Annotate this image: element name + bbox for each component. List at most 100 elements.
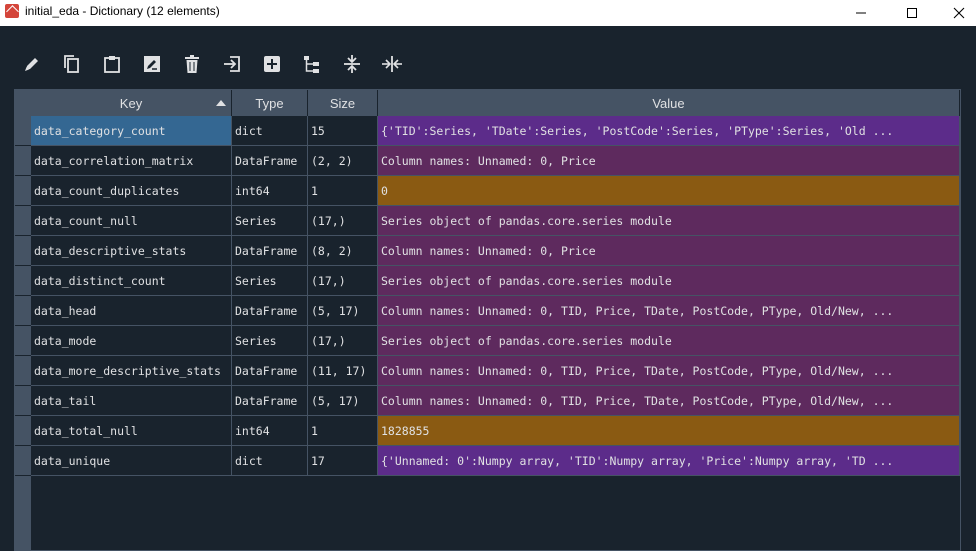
resize-columns-button[interactable] bbox=[381, 53, 403, 75]
minimize-button[interactable] bbox=[838, 0, 884, 26]
row-header[interactable] bbox=[15, 446, 31, 476]
collapse-button[interactable] bbox=[341, 53, 363, 75]
insert-button[interactable] bbox=[221, 53, 243, 75]
cell-key[interactable]: data_distinct_count bbox=[31, 266, 232, 296]
cell-type[interactable]: dict bbox=[232, 116, 308, 146]
cell-value[interactable]: Column names: Unnamed: 0, TID, Price, TD… bbox=[378, 386, 960, 416]
cell-value[interactable]: Column names: Unnamed: 0, TID, Price, TD… bbox=[378, 356, 960, 386]
cell-key[interactable]: data_descriptive_stats bbox=[31, 236, 232, 266]
add-button[interactable] bbox=[261, 53, 283, 75]
minimize-icon bbox=[856, 12, 866, 14]
cell-value[interactable]: Series object of pandas.core.series modu… bbox=[378, 326, 960, 356]
cell-size[interactable]: (5, 17) bbox=[308, 296, 378, 326]
cell-size[interactable]: (5, 17) bbox=[308, 386, 378, 416]
cell-key[interactable]: data_total_null bbox=[31, 416, 232, 446]
cell-size[interactable]: 15 bbox=[308, 116, 378, 146]
cell-value[interactable]: Column names: Unnamed: 0, Price bbox=[378, 146, 960, 176]
cell-size[interactable]: (17,) bbox=[308, 206, 378, 236]
column-header-size[interactable]: Size bbox=[308, 90, 378, 116]
row-header[interactable] bbox=[15, 416, 31, 446]
cell-value[interactable]: {'Unnamed: 0':Numpy array, 'TID':Numpy a… bbox=[378, 446, 960, 476]
maximize-button[interactable] bbox=[889, 0, 935, 26]
table-row[interactable]: data_unique dict 17 {'Unnamed: 0':Numpy arr… bbox=[31, 446, 960, 476]
column-header-value-label: Value bbox=[652, 95, 685, 111]
cell-value[interactable]: 0 bbox=[378, 176, 960, 206]
cell-key[interactable]: data_tail bbox=[31, 386, 232, 416]
cell-type[interactable]: DataFrame bbox=[232, 146, 308, 176]
cell-key[interactable]: data_unique bbox=[31, 446, 232, 476]
cell-type[interactable]: DataFrame bbox=[232, 356, 308, 386]
row-header[interactable] bbox=[15, 146, 31, 176]
title-bar: initial_eda - Dictionary (12 elements) bbox=[0, 0, 976, 26]
table-row[interactable]: data_head DataFrame (5, 17) Column names: U… bbox=[31, 296, 960, 326]
close-button[interactable] bbox=[936, 0, 976, 26]
table-row[interactable]: data_descriptive_stats DataFrame (8, 2) Col… bbox=[31, 236, 960, 266]
row-header[interactable] bbox=[15, 356, 31, 386]
cell-value[interactable]: Series object of pandas.core.series modu… bbox=[378, 266, 960, 296]
tree-button[interactable] bbox=[301, 53, 323, 75]
cell-type[interactable]: Series bbox=[232, 326, 308, 356]
cell-value[interactable]: {'TID':Series, 'TDate':Series, 'PostCode… bbox=[378, 116, 960, 146]
cell-value[interactable]: Column names: Unnamed: 0, TID, Price, TD… bbox=[378, 296, 960, 326]
cell-size[interactable]: (17,) bbox=[308, 326, 378, 356]
collapse-icon bbox=[344, 55, 360, 73]
row-header[interactable] bbox=[15, 116, 31, 146]
column-header-value[interactable]: Value bbox=[378, 90, 960, 116]
cell-value[interactable]: Series object of pandas.core.series modu… bbox=[378, 206, 960, 236]
row-header[interactable] bbox=[15, 236, 31, 266]
table-row[interactable]: data_distinct_count Series (17,) Series obj… bbox=[31, 266, 960, 296]
cell-type[interactable]: DataFrame bbox=[232, 386, 308, 416]
cell-size[interactable]: (8, 2) bbox=[308, 236, 378, 266]
row-header[interactable] bbox=[15, 266, 31, 296]
cell-type[interactable]: dict bbox=[232, 446, 308, 476]
cell-size[interactable]: (11, 17) bbox=[308, 356, 378, 386]
cell-size[interactable]: (2, 2) bbox=[308, 146, 378, 176]
cell-key[interactable]: data_count_null bbox=[31, 206, 232, 236]
cell-type[interactable]: Series bbox=[232, 206, 308, 236]
cell-key[interactable]: data_more_descriptive_stats bbox=[31, 356, 232, 386]
row-header[interactable] bbox=[15, 386, 31, 416]
cell-key[interactable]: data_head bbox=[31, 296, 232, 326]
cell-key[interactable]: data_category_count bbox=[31, 116, 232, 146]
table-row[interactable]: data_count_null Series (17,) Series object … bbox=[31, 206, 960, 236]
copy-button[interactable] bbox=[61, 53, 83, 75]
table-row[interactable]: data_tail DataFrame (5, 17) Column names: U… bbox=[31, 386, 960, 416]
cell-size[interactable]: (17,) bbox=[308, 266, 378, 296]
row-header[interactable] bbox=[15, 326, 31, 356]
paste-button[interactable] bbox=[101, 53, 123, 75]
cell-type[interactable]: int64 bbox=[232, 176, 308, 206]
cell-value[interactable]: 1828855 bbox=[378, 416, 960, 446]
table-row[interactable]: data_mode Series (17,) Series object of pan… bbox=[31, 326, 960, 356]
cell-size[interactable]: 1 bbox=[308, 416, 378, 446]
row-header[interactable] bbox=[15, 176, 31, 206]
cell-type[interactable]: Series bbox=[232, 266, 308, 296]
delete-button[interactable] bbox=[181, 53, 203, 75]
cell-type[interactable]: DataFrame bbox=[232, 296, 308, 326]
table-row[interactable]: data_correlation_matrix DataFrame (2, 2) Co… bbox=[31, 146, 960, 176]
table-row[interactable]: data_more_descriptive_stats DataFrame (11,… bbox=[31, 356, 960, 386]
row-header-column bbox=[15, 90, 31, 550]
table-row[interactable]: data_category_count dict 15 {'TID':Series, … bbox=[31, 116, 960, 146]
dictionary-table[interactable]: Key Type Size Value data_category_count d… bbox=[14, 89, 961, 551]
edit-button[interactable] bbox=[21, 53, 43, 75]
cell-type[interactable]: int64 bbox=[232, 416, 308, 446]
table-row[interactable]: data_total_null int64 1 1828855 bbox=[31, 416, 960, 446]
cell-size[interactable]: 17 bbox=[308, 446, 378, 476]
rename-button[interactable] bbox=[141, 53, 163, 75]
column-header-key[interactable]: Key bbox=[31, 90, 232, 116]
cell-type[interactable]: DataFrame bbox=[232, 236, 308, 266]
edit-icon bbox=[25, 58, 38, 71]
row-header[interactable] bbox=[15, 206, 31, 236]
cell-key[interactable]: data_mode bbox=[31, 326, 232, 356]
rename-icon bbox=[144, 56, 160, 72]
column-header-type[interactable]: Type bbox=[232, 90, 308, 116]
paste-icon bbox=[104, 56, 120, 73]
cell-key[interactable]: data_correlation_matrix bbox=[31, 146, 232, 176]
add-icon bbox=[264, 56, 280, 72]
cell-key[interactable]: data_count_duplicates bbox=[31, 176, 232, 206]
cell-value[interactable]: Column names: Unnamed: 0, Price bbox=[378, 236, 960, 266]
cell-size[interactable]: 1 bbox=[308, 176, 378, 206]
sort-ascending-icon bbox=[216, 100, 226, 106]
row-header[interactable] bbox=[15, 296, 31, 326]
table-row[interactable]: data_count_duplicates int64 1 0 bbox=[31, 176, 960, 206]
